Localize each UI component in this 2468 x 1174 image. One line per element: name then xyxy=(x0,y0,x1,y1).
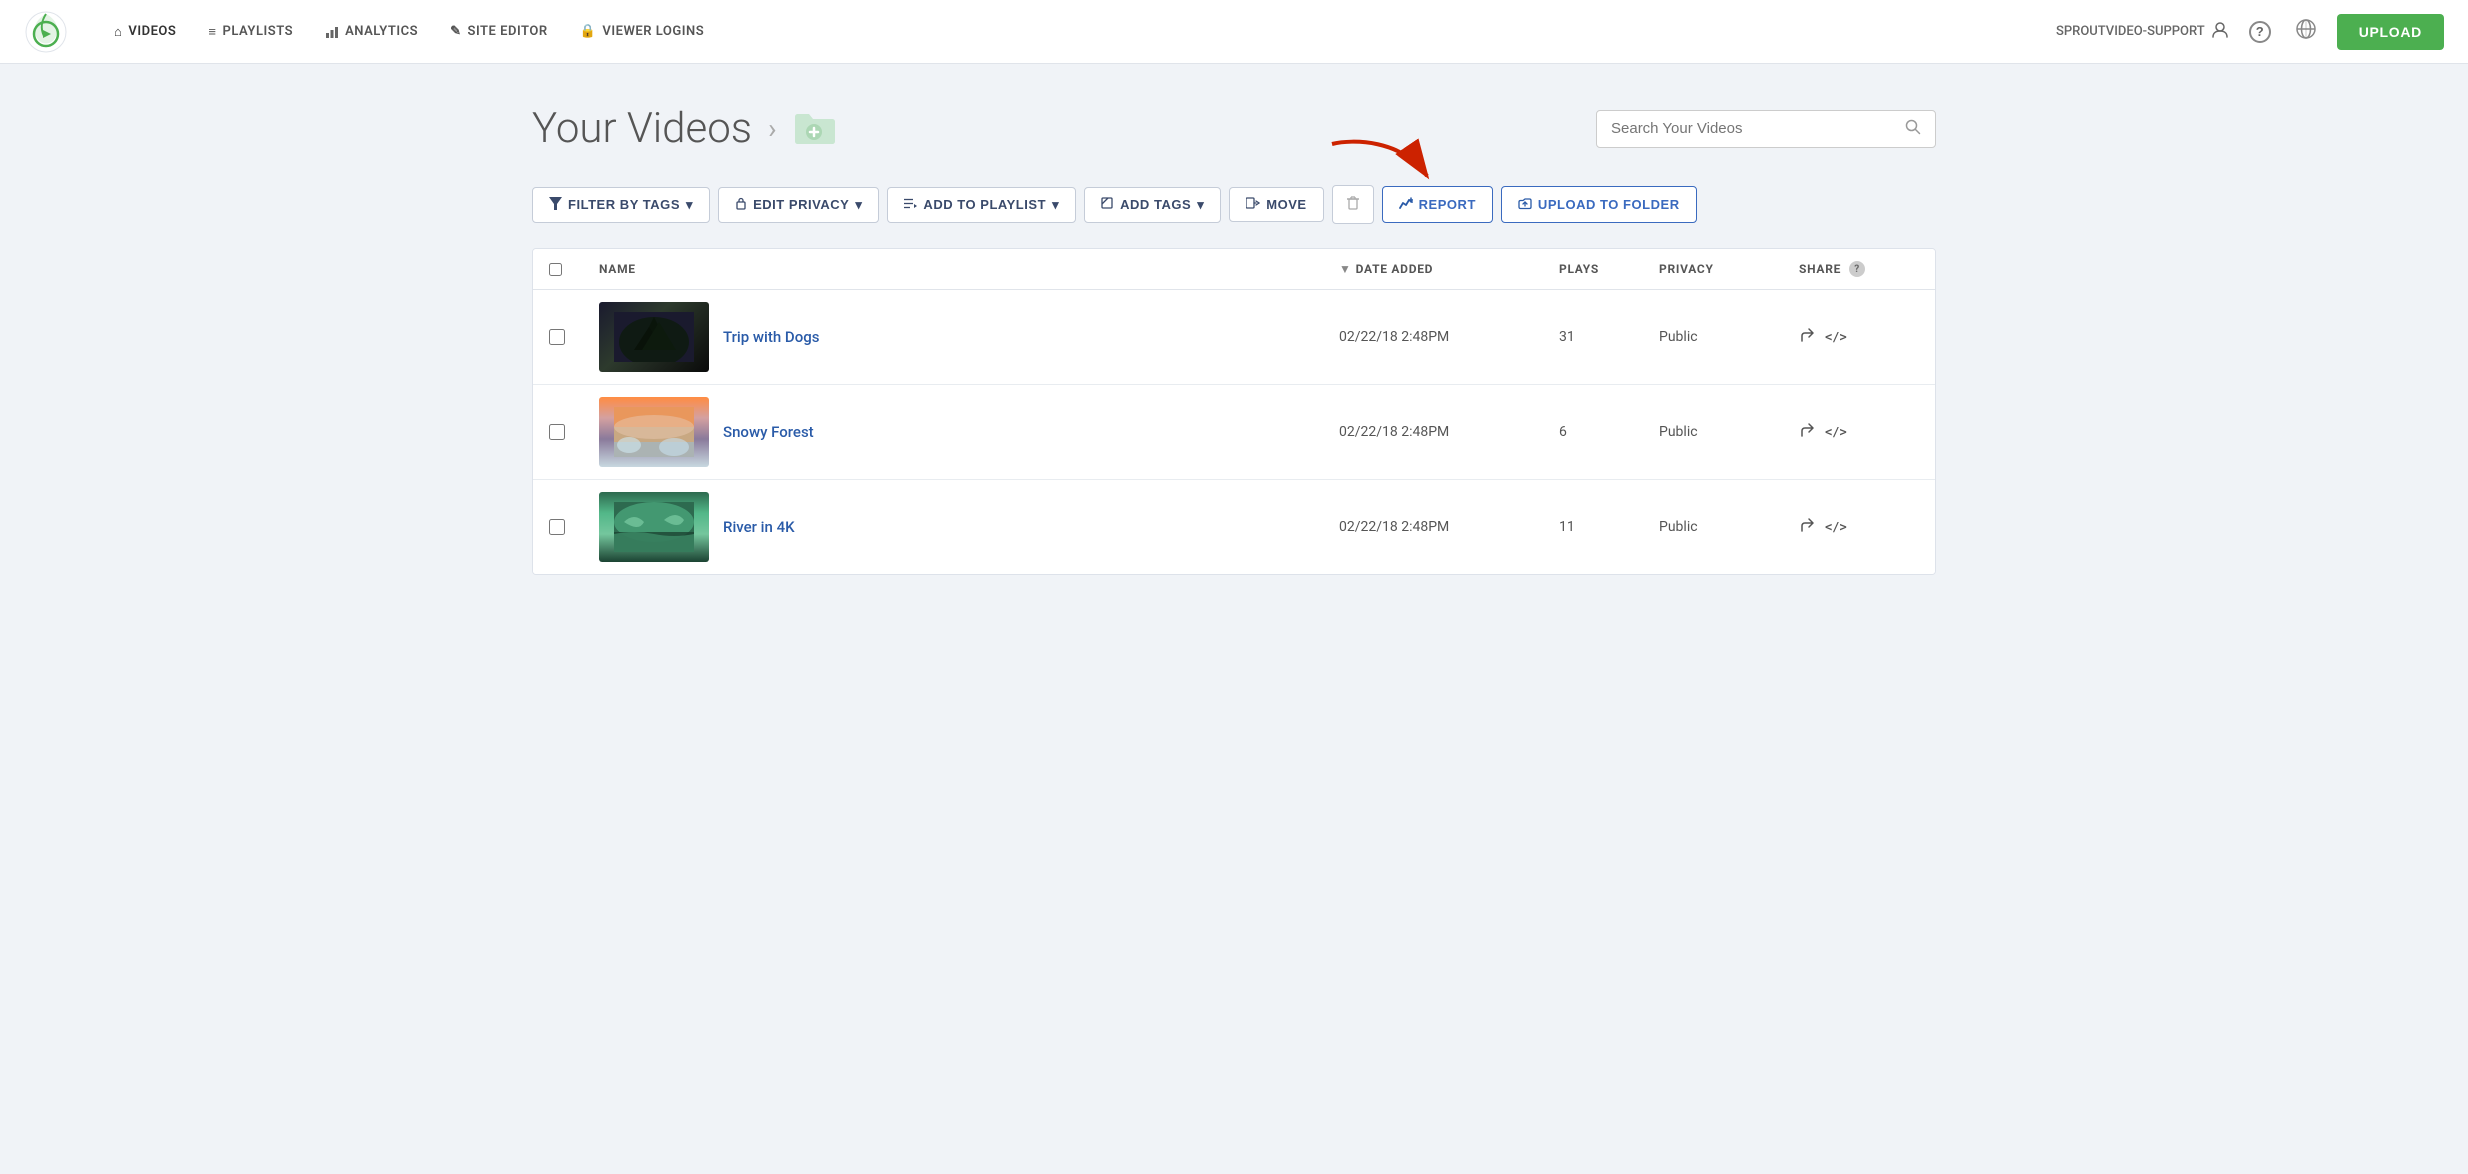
row-2-privacy: Public xyxy=(1659,424,1799,440)
toolbar: FILTER BY TAGS ▾ EDIT PRIVACY ▾ xyxy=(532,185,1936,224)
filter-icon xyxy=(549,197,562,213)
share-link-icon-3[interactable] xyxy=(1799,517,1815,537)
video-title-1[interactable]: Trip with Dogs xyxy=(723,328,819,346)
nav-right: SPROUTVIDEO-SUPPORT ? UPLOAD xyxy=(2056,14,2444,50)
navbar: ⌂ VIDEOS ≡ PLAYLISTS ANALYTICS ✎ SITE ED… xyxy=(0,0,2468,64)
video-table: NAME ▼ DATE ADDED PLAYS PRIVACY SHARE ? xyxy=(532,248,1936,575)
video-thumbnail-3[interactable] xyxy=(599,492,709,562)
row-1-share: </> xyxy=(1799,327,1919,347)
row-2-checkbox[interactable] xyxy=(549,424,565,440)
nav-item-playlists[interactable]: ≡ PLAYLISTS xyxy=(194,16,307,48)
row-1-name: Trip with Dogs xyxy=(599,302,1339,372)
search-icon xyxy=(1905,119,1921,139)
row-3-date: 02/22/18 2:48PM xyxy=(1339,519,1559,535)
row-3-plays: 11 xyxy=(1559,519,1659,535)
row-1-date: 02/22/18 2:48PM xyxy=(1339,329,1559,345)
share-help-icon: ? xyxy=(1849,261,1865,277)
arrow-wrapper: REPORT xyxy=(1382,186,1493,223)
add-tags-button[interactable]: ADD TAGS ▾ xyxy=(1084,187,1221,223)
row-checkbox-1 xyxy=(549,329,599,345)
globe-button[interactable] xyxy=(2291,14,2321,50)
chevron-down-icon: ▾ xyxy=(686,197,693,213)
col-name: NAME xyxy=(599,261,1339,277)
col-checkbox xyxy=(549,261,599,277)
page-title: Your Videos xyxy=(532,104,752,153)
main-content: Your Videos › xyxy=(484,64,1984,615)
list-icon: ≡ xyxy=(208,24,216,40)
table-row: River in 4K 02/22/18 2:48PM 11 Public </… xyxy=(533,480,1935,574)
row-2-share: </> xyxy=(1799,422,1919,442)
table-row: Snowy Forest 02/22/18 2:48PM 6 Public </… xyxy=(533,385,1935,480)
globe-icon xyxy=(2295,18,2317,46)
upload-button[interactable]: UPLOAD xyxy=(2337,14,2444,50)
move-icon xyxy=(1246,197,1260,212)
user-icon xyxy=(2211,21,2229,43)
question-icon: ? xyxy=(2249,21,2271,43)
row-2-name: Snowy Forest xyxy=(599,397,1339,467)
lock-icon: 🔒 xyxy=(580,24,597,39)
share-link-icon-2[interactable] xyxy=(1799,422,1815,442)
nav-user[interactable]: SPROUTVIDEO-SUPPORT xyxy=(2056,21,2229,43)
add-folder-button[interactable] xyxy=(793,111,837,147)
video-title-3[interactable]: River in 4K xyxy=(723,518,795,536)
filter-by-tags-button[interactable]: FILTER BY TAGS ▾ xyxy=(532,187,710,223)
row-1-checkbox[interactable] xyxy=(549,329,565,345)
col-privacy: PRIVACY xyxy=(1659,261,1799,277)
video-thumbnail-1[interactable] xyxy=(599,302,709,372)
lock-small-icon xyxy=(735,197,747,213)
search-input[interactable] xyxy=(1611,120,1897,137)
tag-icon xyxy=(1101,197,1114,213)
chevron-down-icon3: ▾ xyxy=(1052,197,1059,213)
report-button[interactable]: REPORT xyxy=(1382,186,1493,223)
chart-icon xyxy=(325,24,339,39)
add-to-playlist-button[interactable]: ADD TO PLAYLIST ▾ xyxy=(887,187,1076,223)
embed-icon-1[interactable]: </> xyxy=(1825,330,1847,344)
page-header: Your Videos › xyxy=(532,104,1936,153)
video-thumbnail-2[interactable] xyxy=(599,397,709,467)
col-date[interactable]: ▼ DATE ADDED xyxy=(1339,261,1559,277)
nav-links: ⌂ VIDEOS ≡ PLAYLISTS ANALYTICS ✎ SITE ED… xyxy=(100,16,2056,48)
video-title-2[interactable]: Snowy Forest xyxy=(723,423,814,441)
row-2-plays: 6 xyxy=(1559,424,1659,440)
upload-to-folder-button[interactable]: UPLOAD TO FOLDER xyxy=(1501,186,1697,223)
help-button[interactable]: ? xyxy=(2245,17,2275,47)
pencil-icon: ✎ xyxy=(450,24,461,39)
row-2-date: 02/22/18 2:48PM xyxy=(1339,424,1559,440)
col-plays: PLAYS xyxy=(1559,261,1659,277)
chevron-down-icon4: ▾ xyxy=(1197,197,1204,213)
col-share: SHARE ? xyxy=(1799,261,1919,277)
breadcrumb-separator: › xyxy=(768,112,776,145)
row-1-plays: 31 xyxy=(1559,329,1659,345)
report-icon xyxy=(1399,196,1413,213)
row-3-checkbox[interactable] xyxy=(549,519,565,535)
search-box xyxy=(1596,110,1936,148)
row-3-privacy: Public xyxy=(1659,519,1799,535)
home-icon: ⌂ xyxy=(114,24,122,40)
playlist-icon xyxy=(904,197,917,212)
row-3-share: </> xyxy=(1799,517,1919,537)
chevron-down-icon2: ▾ xyxy=(855,197,862,213)
share-link-icon-1[interactable] xyxy=(1799,327,1815,347)
row-3-name: River in 4K xyxy=(599,492,1339,562)
row-1-privacy: Public xyxy=(1659,329,1799,345)
nav-item-analytics[interactable]: ANALYTICS xyxy=(311,16,432,47)
page-title-group: Your Videos › xyxy=(532,104,837,153)
embed-icon-2[interactable]: </> xyxy=(1825,425,1847,439)
nav-item-viewer-logins[interactable]: 🔒 VIEWER LOGINS xyxy=(566,16,719,47)
row-checkbox-3 xyxy=(549,519,599,535)
edit-privacy-button[interactable]: EDIT PRIVACY ▾ xyxy=(718,187,879,223)
upload-folder-icon xyxy=(1518,196,1532,213)
table-header: NAME ▼ DATE ADDED PLAYS PRIVACY SHARE ? xyxy=(533,249,1935,290)
delete-button[interactable] xyxy=(1332,185,1374,224)
move-button[interactable]: MOVE xyxy=(1229,187,1323,222)
logo[interactable] xyxy=(24,10,68,54)
table-row: Trip with Dogs 02/22/18 2:48PM 31 Public… xyxy=(533,290,1935,385)
trash-icon xyxy=(1346,195,1360,214)
row-checkbox-2 xyxy=(549,424,599,440)
embed-icon-3[interactable]: </> xyxy=(1825,520,1847,534)
sort-arrow-icon: ▼ xyxy=(1339,262,1352,276)
nav-item-videos[interactable]: ⌂ VIDEOS xyxy=(100,16,190,48)
select-all-checkbox[interactable] xyxy=(549,263,562,276)
nav-item-site-editor[interactable]: ✎ SITE EDITOR xyxy=(436,16,562,47)
